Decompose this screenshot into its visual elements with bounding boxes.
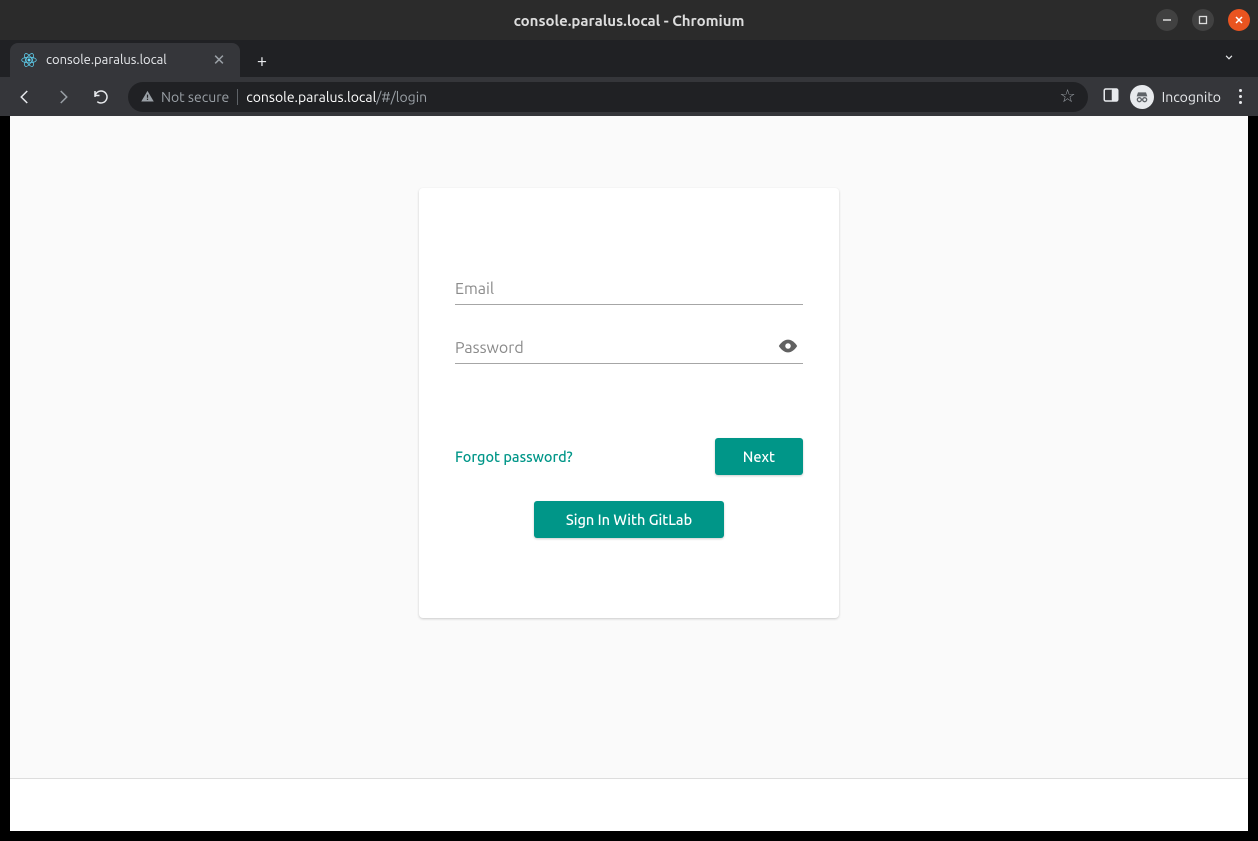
new-tab-button[interactable]: + — [248, 47, 276, 75]
not-secure-label: Not secure — [161, 89, 229, 105]
warning-icon — [140, 89, 155, 104]
browser-tab[interactable]: console.paralus.local ✕ — [10, 43, 240, 77]
browser-menu-button[interactable] — [1231, 89, 1250, 104]
email-field[interactable] — [455, 274, 803, 305]
window-close-button[interactable] — [1228, 9, 1250, 31]
window-controls — [1156, 0, 1250, 40]
eye-icon — [777, 335, 799, 357]
incognito-icon — [1130, 85, 1154, 109]
window-titlebar: console.paralus.local - Chromium — [0, 0, 1258, 40]
page-footer-blank — [10, 779, 1248, 831]
tab-close-button[interactable]: ✕ — [210, 51, 228, 69]
url-host: console.paralus.local — [246, 89, 376, 105]
url-text: console.paralus.local/#/login — [246, 89, 427, 105]
login-page: Forgot password? Next Sign In With GitLa… — [10, 116, 1248, 831]
page-viewport: Forgot password? Next Sign In With GitLa… — [10, 116, 1248, 831]
reload-button[interactable] — [84, 80, 118, 114]
next-button[interactable]: Next — [715, 438, 803, 475]
password-field-wrapper — [455, 333, 803, 364]
forward-button[interactable] — [46, 80, 80, 114]
browser-toolbar: Not secure console.paralus.local/#/login… — [0, 77, 1258, 116]
tabs-dropdown-button[interactable] — [1222, 50, 1236, 67]
password-field[interactable] — [455, 333, 803, 364]
incognito-indicator[interactable]: Incognito — [1130, 85, 1221, 109]
separator — [237, 89, 238, 105]
security-indicator[interactable]: Not secure — [140, 89, 229, 105]
browser-tabstrip: console.paralus.local ✕ + — [0, 40, 1258, 77]
bookmark-star-icon[interactable]: ☆ — [1060, 86, 1076, 107]
back-button[interactable] — [8, 80, 42, 114]
os-window: console.paralus.local - Chromium console… — [0, 0, 1258, 841]
window-minimize-button[interactable] — [1156, 9, 1178, 31]
login-card: Forgot password? Next Sign In With GitLa… — [419, 188, 839, 618]
toggle-password-visibility-button[interactable] — [777, 335, 799, 361]
login-actions-row: Forgot password? Next — [455, 438, 803, 475]
address-bar[interactable]: Not secure console.paralus.local/#/login… — [128, 82, 1088, 112]
window-maximize-button[interactable] — [1192, 9, 1214, 31]
react-favicon-icon — [20, 51, 38, 69]
browser-tab-title: console.paralus.local — [46, 53, 202, 67]
forgot-password-link[interactable]: Forgot password? — [455, 448, 573, 465]
incognito-label: Incognito — [1162, 89, 1221, 105]
url-path: /#/login — [376, 89, 427, 105]
sign-in-with-gitlab-button[interactable]: Sign In With GitLab — [534, 501, 724, 538]
email-field-wrapper — [455, 274, 803, 305]
window-title: console.paralus.local - Chromium — [0, 12, 1258, 29]
side-panel-icon[interactable] — [1102, 86, 1120, 108]
